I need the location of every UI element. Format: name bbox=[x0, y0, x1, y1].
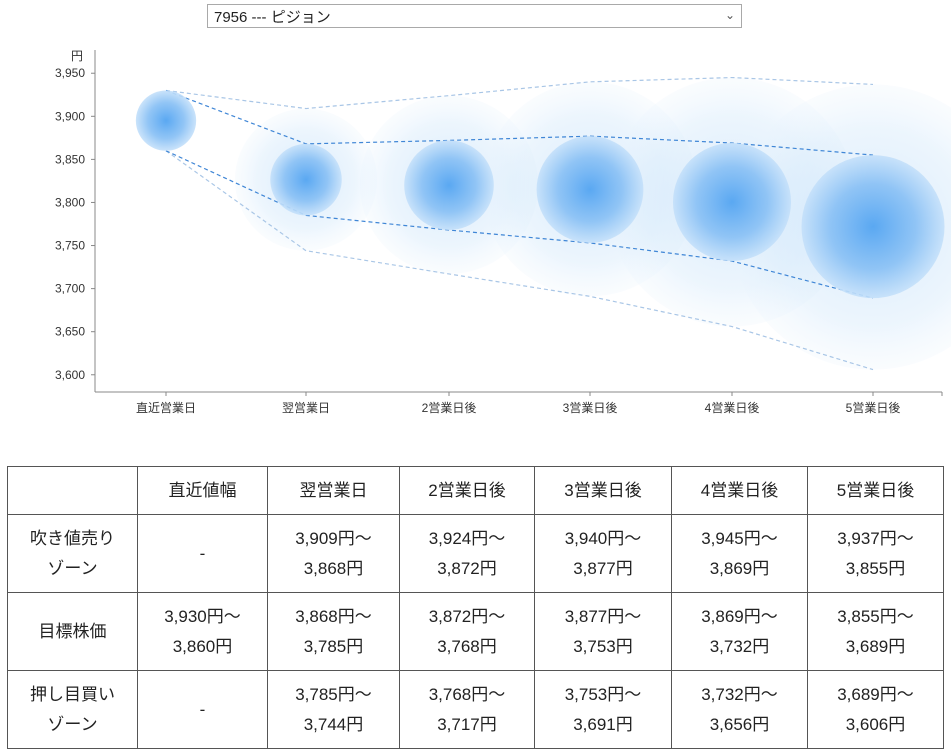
cell-line: 3,855円 bbox=[845, 558, 906, 578]
cell-line: 3,945円～ bbox=[701, 528, 778, 548]
y-tick-label: 3,650 bbox=[55, 325, 85, 339]
cell-line: 3,656円 bbox=[709, 714, 770, 734]
cell-line: - bbox=[199, 543, 206, 563]
table-cell: 3,872円～ 3,768円 bbox=[399, 592, 535, 671]
zone-table: 直近値幅 翌営業日 2営業日後 3営業日後 4営業日後 5営業日後 吹き値売りゾ… bbox=[7, 466, 944, 749]
table-row: 吹き値売りゾーン - 3,909円～ 3,868円 3,924円～ 3,872円 3,940… bbox=[7, 514, 944, 593]
table-cell: 3,868円～ 3,785円 bbox=[267, 592, 400, 671]
row-label-line: ゾーン bbox=[47, 558, 98, 578]
header-cell: 5営業日後 bbox=[807, 466, 944, 515]
table-cell: 3,785円～ 3,744円 bbox=[267, 670, 400, 749]
cell-line: 3,860円 bbox=[172, 636, 233, 656]
stock-select-value: 7956 --- ピジョン bbox=[214, 8, 331, 26]
header-cell: 3営業日後 bbox=[534, 466, 672, 515]
y-tick-label: 3,850 bbox=[55, 152, 85, 166]
table-cell: 3,869円～ 3,732円 bbox=[671, 592, 808, 671]
table-row: 押し目買いゾーン - 3,785円～ 3,744円 3,768円～ 3,717円 3,753… bbox=[7, 670, 944, 749]
cell-line: 3,732円 bbox=[709, 636, 770, 656]
row-label: 吹き値売り ゾーン bbox=[7, 514, 138, 593]
y-tick-label: 3,950 bbox=[55, 66, 85, 80]
cell-line: 3,868円～ bbox=[295, 606, 372, 626]
row-label-line: ゾーン bbox=[47, 714, 98, 734]
cell-line: 3,753円 bbox=[573, 636, 633, 656]
cell-line: 3,785円 bbox=[303, 636, 364, 656]
cell-line: 3,930円～ bbox=[164, 606, 241, 626]
x-tick-label: 3営業日後 bbox=[563, 401, 618, 415]
target-bubble bbox=[672, 143, 792, 262]
row-label-line: 押し目買い bbox=[30, 684, 115, 704]
cell-line: 3,689円 bbox=[845, 636, 906, 656]
y-tick-label: 3,700 bbox=[55, 282, 85, 296]
table-cell: 3,930円～ 3,860円 bbox=[137, 592, 268, 671]
table-cell: 3,924円～ 3,872円 bbox=[399, 514, 535, 593]
table-cell: 3,937円～ 3,855円 bbox=[807, 514, 944, 593]
cell-line: - bbox=[199, 699, 206, 719]
x-tick-label: 5営業日後 bbox=[846, 401, 901, 415]
table-cell: 3,753円～ 3,691円 bbox=[534, 670, 672, 749]
table-cell: 3,855円～ 3,689円 bbox=[807, 592, 944, 671]
cell-line: 3,717円 bbox=[437, 714, 497, 734]
row-label-line: 吹き値売り bbox=[30, 528, 115, 548]
cell-line: 3,877円 bbox=[573, 558, 633, 578]
target-bubble bbox=[135, 90, 197, 151]
header-cell: 4営業日後 bbox=[671, 466, 808, 515]
x-tick-label: 2営業日後 bbox=[422, 401, 477, 415]
target-bubble bbox=[270, 143, 342, 216]
table-cell: 3,945円～ 3,869円 bbox=[671, 514, 808, 593]
table-cell: 3,877円～ 3,753円 bbox=[534, 592, 672, 671]
cell-line: 3,869円～ bbox=[701, 606, 778, 626]
cell-line: 3,909円～ bbox=[295, 528, 372, 548]
header-cell: 直近値幅 bbox=[137, 466, 268, 515]
cell-line: 3,768円～ bbox=[428, 684, 506, 704]
row-label-line: 目標株価 bbox=[38, 621, 107, 641]
cell-line: 3,753円～ bbox=[564, 684, 642, 704]
table-cell: 3,689円～ 3,606円 bbox=[807, 670, 944, 749]
chevron-down-icon: ⌄ bbox=[724, 8, 735, 22]
table-cell: 3,940円～ 3,877円 bbox=[534, 514, 672, 593]
cell-line: 3,872円～ bbox=[428, 606, 506, 626]
target-bubble bbox=[801, 155, 945, 299]
cell-line: 3,869円 bbox=[709, 558, 770, 578]
header-cell: 翌営業日 bbox=[267, 466, 400, 515]
target-bubble bbox=[404, 140, 494, 231]
table-header-row: 直近値幅 翌営業日 2営業日後 3営業日後 4営業日後 5営業日後 bbox=[7, 466, 944, 515]
cell-line: 3,868円 bbox=[303, 558, 364, 578]
row-label: 押し目買い ゾーン bbox=[7, 670, 138, 749]
cell-line: 3,785円～ bbox=[295, 684, 372, 704]
y-tick-label: 3,750 bbox=[55, 239, 85, 253]
cell-line: 3,691円 bbox=[573, 714, 633, 734]
cell-line: 3,924円～ bbox=[428, 528, 506, 548]
cell-line: 3,606円 bbox=[845, 714, 906, 734]
cell-line: 3,940円～ bbox=[564, 528, 642, 548]
cell-line: 3,937円～ bbox=[837, 528, 914, 548]
price-forecast-chart: 円 3,600 3,650 3,700 3,750 3,800 3,850 3,900 3,95… bbox=[55, 49, 951, 415]
cell-line: 3,689円～ bbox=[837, 684, 914, 704]
table-cell: 3,732円～ 3,656円 bbox=[671, 670, 808, 749]
cell-line: 3,872円 bbox=[437, 558, 497, 578]
header-cell: 2営業日後 bbox=[399, 466, 535, 515]
x-tick-label: 4営業日後 bbox=[705, 401, 760, 415]
cell-line: 3,855円～ bbox=[837, 606, 914, 626]
target-bubble bbox=[536, 136, 644, 243]
table-row: 目標株価 3,930円～ 3,860円 3,868円～ 3,785円 3,872円～ 3,7… bbox=[7, 592, 944, 671]
y-axis-unit: 円 bbox=[71, 49, 83, 63]
y-tick-label: 3,900 bbox=[55, 109, 85, 123]
header-corner bbox=[7, 466, 138, 515]
table-cell: - bbox=[137, 670, 268, 749]
cell-line: 3,877円～ bbox=[564, 606, 642, 626]
table-cell: 3,768円～ 3,717円 bbox=[399, 670, 535, 749]
table-cell: 3,909円～ 3,868円 bbox=[267, 514, 400, 593]
cell-line: 3,768円 bbox=[437, 636, 497, 656]
table-cell: - bbox=[137, 514, 268, 593]
y-tick-label: 3,800 bbox=[55, 195, 85, 209]
cell-line: 3,732円～ bbox=[701, 684, 778, 704]
y-tick-label: 3,600 bbox=[55, 368, 85, 382]
x-tick-label: 直近営業日 bbox=[136, 401, 196, 415]
row-label: 目標株価 bbox=[7, 592, 138, 671]
cell-line: 3,744円 bbox=[303, 714, 364, 734]
stock-select[interactable]: 7956 --- ピジョン ⌄ bbox=[207, 4, 742, 28]
x-tick-label: 翌営業日 bbox=[282, 401, 330, 415]
